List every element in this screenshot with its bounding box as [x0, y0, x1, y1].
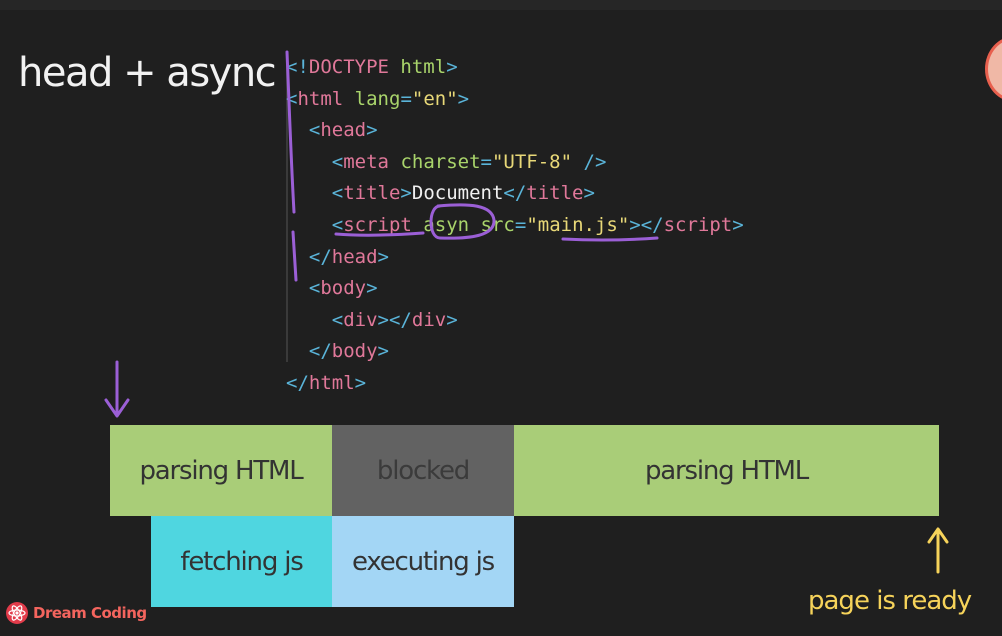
code-token-tag: body	[320, 277, 367, 300]
code-token-punc: >	[583, 182, 595, 205]
code-token-punc: >	[732, 213, 744, 236]
code-token-str: "main.js"	[526, 213, 630, 236]
parsing-html-label: parsing HTML	[139, 455, 303, 486]
code-line: <!DOCTYPE html>	[286, 52, 744, 84]
code-token-punc: >	[354, 371, 367, 394]
code-line: <meta charset="UTF-8" />	[286, 147, 744, 179]
code-token-tag: head	[331, 245, 378, 268]
code-token-attr: html	[400, 56, 447, 78]
code-token-punc: =	[480, 150, 492, 173]
code-token-punc: >	[366, 119, 378, 142]
code-token-tag: title	[526, 182, 584, 205]
code-line: </head>	[286, 242, 744, 274]
code-token-punc: <	[331, 182, 344, 205]
code-token-tag: script	[343, 213, 412, 236]
code-token-punc: <	[308, 277, 321, 300]
react-atom-icon	[6, 602, 28, 624]
page-ready-arrow-head	[927, 527, 949, 544]
code-token-punc: ></	[377, 308, 412, 331]
code-token-punc: >	[457, 87, 470, 110]
top-bar	[0, 0, 1002, 10]
code-token-punc: <	[286, 87, 298, 110]
code-token-punc: >	[366, 277, 378, 300]
code-token-tag: script	[663, 213, 733, 236]
code-line: <body>	[286, 273, 744, 305]
code-token-attr: src	[480, 213, 515, 236]
code-token-tag: div	[411, 308, 447, 331]
presenter-avatar	[985, 36, 1002, 102]
parsing-html-bar: parsing HTML	[110, 425, 332, 516]
code-token-punc: </	[308, 340, 332, 363]
executing-js-bar: executing js	[332, 516, 514, 607]
code-token-punc: </	[286, 371, 309, 394]
code-token-punc: =	[400, 87, 412, 110]
code-token-tag: head	[320, 119, 367, 142]
code-token-punc: ></	[629, 213, 664, 236]
blocked-label: blocked	[376, 455, 470, 486]
fetching-js-label: fetching js	[180, 546, 303, 577]
code-token-plain: Document	[411, 182, 504, 205]
fetching-js-bar: fetching js	[151, 516, 332, 607]
code-token-punc: </	[503, 182, 527, 205]
parsing-html-resume-bar: parsing HTML	[514, 425, 939, 516]
code-token-punc: >	[400, 182, 412, 205]
code-token-punc: >	[377, 340, 389, 363]
code-block: <!DOCTYPE html> <html lang="en"> <head> <…	[286, 52, 744, 400]
channel-brand: Dream Coding	[6, 602, 147, 624]
code-token-tag: html	[308, 371, 355, 394]
executing-js-label: executing js	[352, 546, 495, 577]
code-token-punc: <	[331, 213, 344, 236]
code-token-attr: lang	[354, 87, 401, 110]
code-token-punc: >	[446, 308, 458, 331]
code-token-punc: <!	[286, 56, 309, 78]
code-line: <head>	[286, 115, 744, 147]
code-token-punc: />	[583, 150, 607, 173]
code-line: <title>Document</title>	[286, 178, 744, 210]
code-line: </body>	[286, 336, 744, 368]
blocked-bar: blocked	[332, 425, 514, 516]
code-line: <html lang="en">	[286, 84, 744, 116]
code-token-attr: charset	[400, 150, 481, 173]
brand-name: Dream Coding	[33, 604, 147, 622]
slide-title: head + async	[18, 50, 277, 96]
code-line: <div></div>	[286, 305, 744, 337]
code-token-str: "UTF-8"	[491, 150, 573, 173]
code-line: </html>	[286, 368, 744, 400]
code-token-tag: meta	[343, 150, 389, 173]
code-line: <script asyn src="main.js"></script>	[286, 210, 744, 242]
code-token-tag: body	[331, 340, 378, 363]
code-token-attr: asyn	[423, 213, 470, 236]
code-token-punc: >	[446, 56, 458, 78]
code-token-punc: <	[308, 119, 321, 142]
parsing-html-resume-label: parsing HTML	[644, 455, 809, 486]
parse-start-arrow-head	[104, 398, 130, 418]
code-token-tag: html	[297, 87, 344, 110]
code-token-tag: title	[343, 182, 401, 205]
page-ready-label: page is ready	[808, 586, 972, 616]
code-token-punc: <	[331, 150, 344, 173]
code-token-punc: >	[377, 245, 389, 268]
code-token-tag: DOCTYPE	[308, 56, 389, 78]
code-token-punc: =	[514, 213, 527, 236]
code-token-str: "en"	[411, 87, 458, 110]
code-token-tag: div	[343, 308, 378, 331]
code-token-punc: <	[331, 308, 344, 331]
code-token-punc: </	[308, 245, 332, 268]
